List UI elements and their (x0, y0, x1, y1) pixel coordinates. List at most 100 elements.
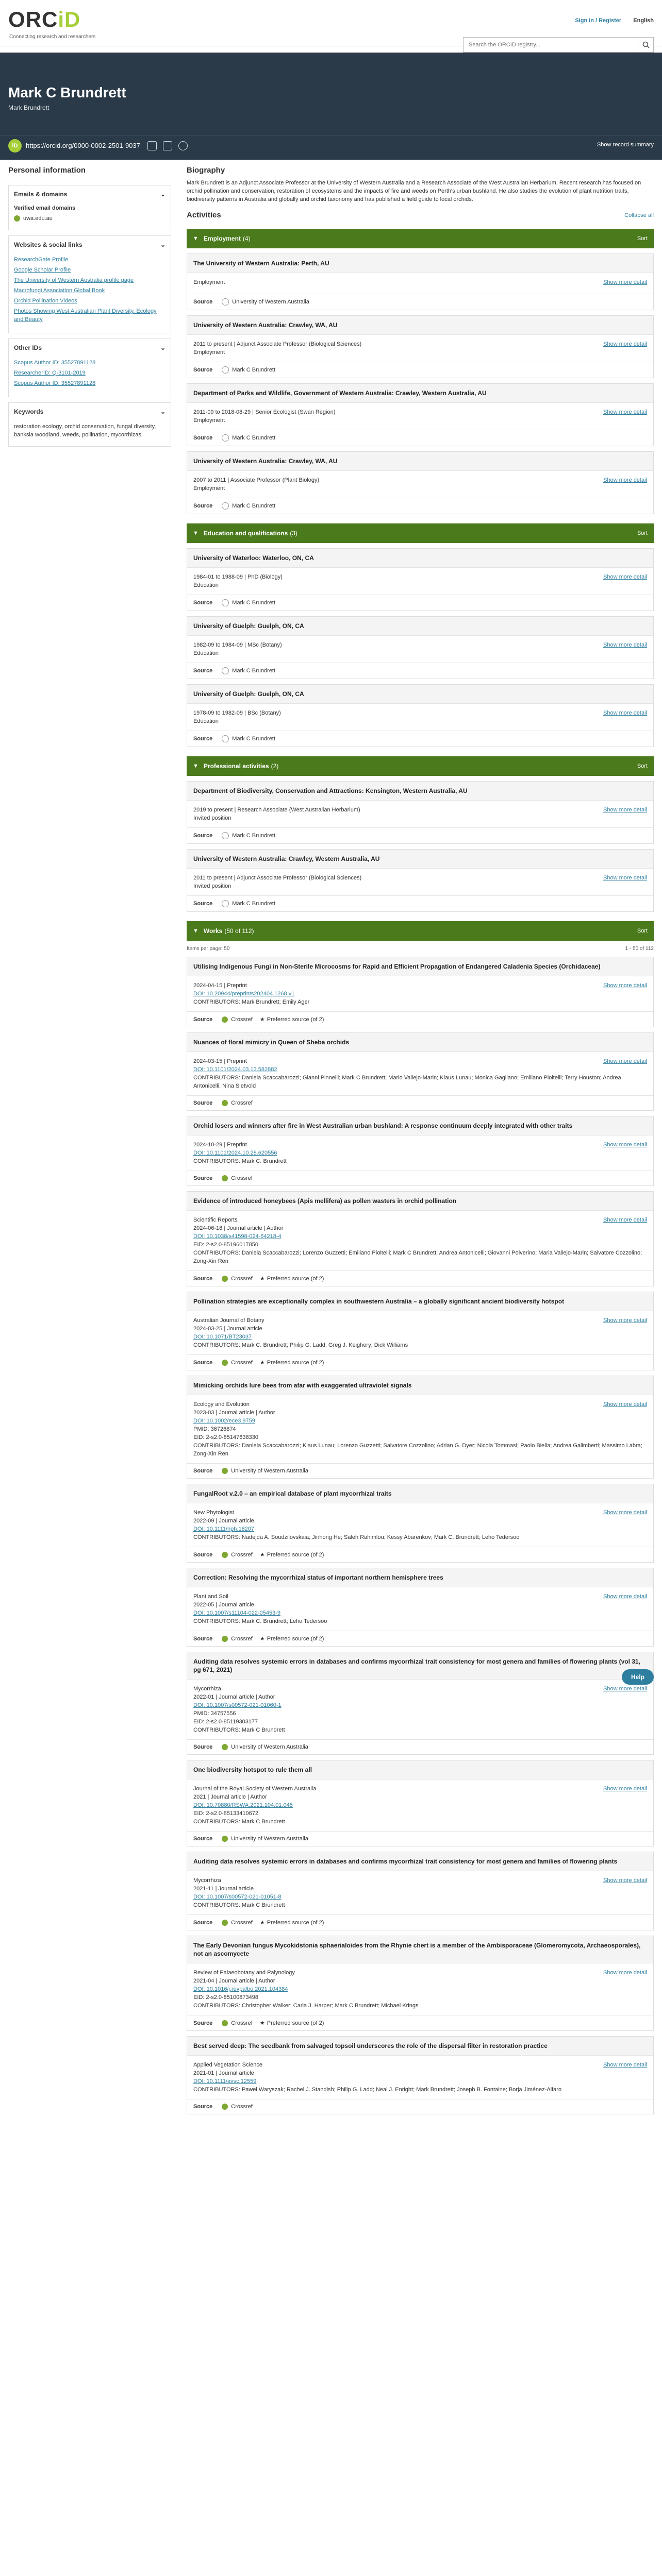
search-button[interactable] (638, 37, 654, 53)
show-more-button[interactable]: Show more detail (603, 1509, 647, 1517)
preferred-source[interactable]: ★ Preferred source (of 2) (260, 1275, 324, 1282)
preferred-source[interactable]: ★ Preferred source (of 2) (260, 1551, 324, 1558)
chevron-down-icon: ⌄ (160, 344, 166, 351)
doi-link[interactable]: DOI: 10.1007/s11104-022-05453-9 (193, 1609, 647, 1617)
website-link[interactable]: Google Scholar Profile (14, 266, 166, 274)
preferred-source[interactable]: ★ Preferred source (of 2) (260, 1635, 324, 1642)
source-label: Source (193, 1175, 213, 1181)
professional-card: Department of Biodiversity, Conservation… (187, 781, 654, 844)
show-more-button[interactable]: Show more detail (603, 1141, 647, 1149)
work-body: Mycorrhiza 2022-01 | Journal article | Au… (187, 1680, 653, 1739)
sort-button[interactable]: Sort (637, 763, 648, 769)
show-more-button[interactable]: Show more detail (603, 981, 647, 990)
other-ids-heading[interactable]: Other IDs ⌄ (14, 344, 166, 351)
website-link[interactable]: Orchid Pollination Videos (14, 297, 166, 305)
show-more-button[interactable]: Show more detail (603, 709, 647, 717)
source-label: Source (193, 503, 213, 509)
show-more-button[interactable]: Show more detail (603, 1216, 647, 1224)
sort-button[interactable]: Sort (637, 235, 648, 242)
show-more-button[interactable]: Show more detail (603, 1400, 647, 1409)
other-id-link[interactable]: Scopus Author ID: 35527891128 (14, 379, 166, 387)
sort-button[interactable]: Sort (637, 530, 648, 536)
help-button[interactable]: Help (621, 1669, 654, 1685)
orcid-logo[interactable]: ORCiD (8, 7, 80, 32)
show-more-button[interactable]: Show more detail (603, 2061, 647, 2069)
doi-link[interactable]: DOI: 10.1007/s00572-021-01060-1 (193, 1701, 647, 1709)
collapse-all-link[interactable]: Collapse all (624, 212, 654, 218)
website-link[interactable]: Macrofungi Association Global Book (14, 286, 166, 295)
preferred-source[interactable]: ★ Preferred source (of 2) (260, 1359, 324, 1366)
work-title: Nuances of floral mimicry in Queen of Sh… (187, 1033, 653, 1052)
preferred-source[interactable]: ★ Preferred source (of 2) (260, 1919, 324, 1926)
show-more-button[interactable]: Show more detail (603, 1785, 647, 1793)
other-ids-box: Other IDs ⌄ Scopus Author ID: 35527891128… (8, 338, 171, 397)
doi-link[interactable]: DOI: 10.70880/RSWA.2021.104.01.045 (193, 1801, 647, 1809)
logo-tagline: Connecting research and researchers (9, 34, 96, 40)
work-detail: Journal of the Royal Society of Western … (193, 1786, 317, 1792)
doi-link[interactable]: DOI: 10.1101/2024.10.28.620556 (193, 1149, 647, 1157)
doi-link[interactable]: DOI: 10.1007/s00572-021-01051-8 (193, 1893, 647, 1901)
doi-link[interactable]: DOI: 10.1016/j.revpalbo.2021.104384 (193, 1985, 647, 1993)
orcid-url[interactable]: https://orcid.org/0000-0002-2501-9037 (26, 142, 140, 149)
language-selector[interactable]: English (633, 18, 654, 24)
show-more-button[interactable]: Show more detail (603, 1057, 647, 1065)
emails-heading[interactable]: Emails & domains ⌄ (14, 191, 166, 198)
affiliation-type: Employment (193, 485, 225, 492)
source-name: Mark C Brundrett (232, 901, 276, 907)
work-card: One biodiversity hotspot to rule them al… (187, 1760, 654, 1846)
show-more-button[interactable]: Show more detail (603, 1592, 647, 1601)
website-link[interactable]: ResearchGate Profile (14, 256, 166, 264)
work-card: FungalRoot v.2.0 – an empirical database… (187, 1484, 654, 1563)
show-summary-button[interactable]: Show record summary (597, 142, 654, 148)
page-range: 1 - 50 of 112 (625, 946, 654, 952)
doi-link[interactable]: DOI: 10.1071/BT23037 (193, 1333, 647, 1341)
show-more-button[interactable]: Show more detail (603, 1685, 647, 1693)
works-section-header[interactable]: ▼ Works (50 of 112) Sort (187, 921, 654, 941)
signin-link[interactable]: Sign in / Register (575, 18, 621, 24)
search-input[interactable] (463, 37, 638, 53)
user-icon (222, 900, 229, 907)
affiliation-body: 2011 to present | Adjunct Associate Prof… (187, 335, 653, 362)
doi-link[interactable]: DOI: 10.1101/2024.03.13.582882 (193, 1065, 647, 1074)
employment-section-header[interactable]: ▼ Employment (4) Sort (187, 229, 654, 248)
preferred-source[interactable]: ★ Preferred source (of 2) (260, 2020, 324, 2026)
show-more-button[interactable]: Show more detail (603, 1316, 647, 1325)
sort-button[interactable]: Sort (637, 928, 648, 934)
website-link[interactable]: The University of Western Australia prof… (14, 276, 166, 284)
source-name: Mark C Brundrett (232, 367, 276, 373)
doi-link[interactable]: DOI: 10.20944/preprints202404.1268.v1 (193, 990, 647, 998)
chevron-down-icon: ▼ (193, 235, 198, 242)
show-more-button[interactable]: Show more detail (603, 573, 647, 581)
websites-heading[interactable]: Websites & social links ⌄ (14, 241, 166, 248)
website-link[interactable]: Photos Showing West Australian Plant Div… (14, 307, 166, 324)
works-list: Utilising Indigenous Fungi in Non-Steril… (187, 957, 654, 2114)
show-more-button[interactable]: Show more detail (603, 1969, 647, 1977)
show-more-button[interactable]: Show more detail (603, 278, 647, 286)
show-more-button[interactable]: Show more detail (603, 806, 647, 814)
print-icon[interactable] (162, 141, 172, 150)
orcid-id-icon: iD (8, 139, 22, 152)
preferred-source-text: Preferred source (of 2) (267, 1276, 324, 1282)
keywords-heading[interactable]: Keywords ⌄ (14, 408, 166, 415)
doi-link[interactable]: DOI: 10.1111/nph.18207 (193, 1525, 647, 1533)
show-more-button[interactable]: Show more detail (603, 340, 647, 348)
show-more-button[interactable]: Show more detail (603, 874, 647, 882)
preferred-source[interactable]: ★ Preferred source (of 2) (260, 1016, 324, 1023)
items-per-page[interactable]: Items per page: 50 (187, 946, 229, 952)
work-detail: PMID: 34757556 (193, 1710, 236, 1717)
doi-link[interactable]: DOI: 10.1002/ece3.9759 (193, 1417, 647, 1425)
education-section-header[interactable]: ▼ Education and qualifications (3) Sort (187, 523, 654, 543)
doi-link[interactable]: DOI: 10.1038/s41598-024-64218-4 (193, 1232, 647, 1241)
source-row: Source Crossref ★ Preferred source (of 2) (187, 2015, 653, 2030)
show-more-button[interactable]: Show more detail (603, 476, 647, 484)
other-id-link[interactable]: Scopus Author ID: 35527891128 (14, 359, 166, 367)
doi-link[interactable]: DOI: 10.1111/avsc.12559 (193, 2077, 647, 2086)
professional-section-header[interactable]: ▼ Professional activities (2) Sort (187, 756, 654, 776)
copy-icon[interactable] (147, 141, 157, 150)
other-id-link[interactable]: ResearcherID: Q-3101-2019 (14, 369, 166, 377)
source-row: Source Crossref ★ Preferred source (of 2) (187, 1270, 653, 1286)
show-more-button[interactable]: Show more detail (603, 641, 647, 649)
show-more-button[interactable]: Show more detail (603, 1876, 647, 1885)
show-more-button[interactable]: Show more detail (603, 408, 647, 416)
qr-icon[interactable] (178, 141, 188, 150)
